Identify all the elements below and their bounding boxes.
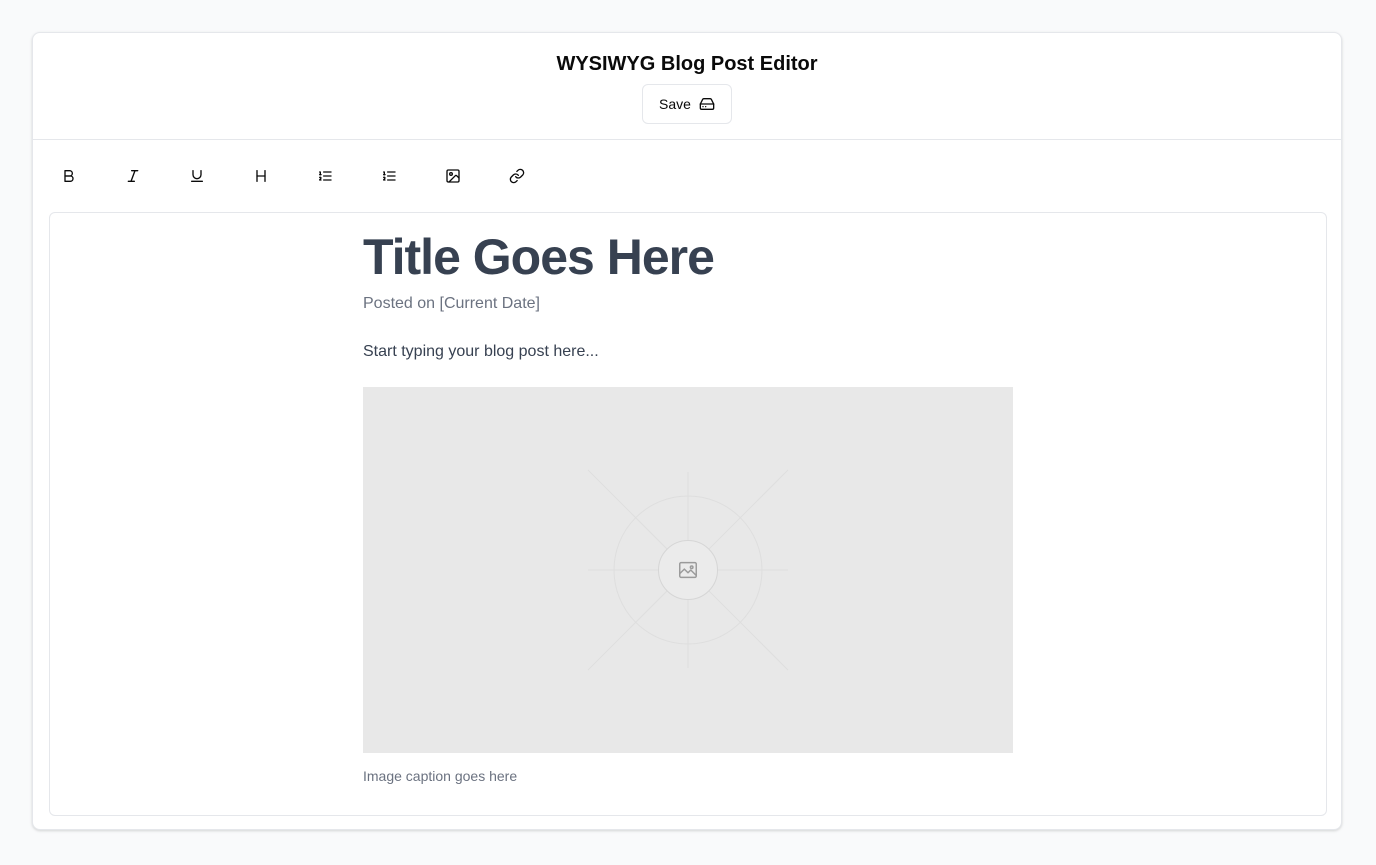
image-icon bbox=[445, 168, 461, 184]
post-body[interactable]: Start typing your blog post here... bbox=[363, 341, 1013, 363]
bold-icon bbox=[61, 168, 77, 184]
heading-button[interactable] bbox=[241, 156, 281, 196]
link-icon bbox=[509, 168, 525, 184]
bullet-list-button[interactable] bbox=[369, 156, 409, 196]
formatting-toolbar bbox=[49, 156, 537, 196]
page-title: WYSIWYG Blog Post Editor bbox=[556, 53, 818, 75]
image-placeholder[interactable] bbox=[363, 387, 1013, 753]
editor-header: WYSIWYG Blog Post Editor Save bbox=[33, 33, 1341, 140]
save-button-label: Save bbox=[659, 96, 691, 112]
post-content: Title Goes Here Posted on [Current Date]… bbox=[363, 229, 1013, 785]
italic-button[interactable] bbox=[113, 156, 153, 196]
editor-content-area[interactable]: Title Goes Here Posted on [Current Date]… bbox=[49, 212, 1327, 816]
image-caption[interactable]: Image caption goes here bbox=[363, 767, 1013, 785]
italic-icon bbox=[125, 168, 141, 184]
list-icon bbox=[381, 168, 397, 184]
post-figure: Image caption goes here bbox=[363, 387, 1013, 785]
underline-icon bbox=[189, 168, 205, 184]
heading-icon bbox=[253, 168, 269, 184]
hard-drive-icon bbox=[699, 96, 715, 112]
save-button[interactable]: Save bbox=[642, 84, 732, 124]
ordered-list-button[interactable] bbox=[305, 156, 345, 196]
post-date: Posted on [Current Date] bbox=[363, 295, 540, 312]
editor-card: WYSIWYG Blog Post Editor Save Title Goes… bbox=[32, 32, 1342, 830]
underline-button[interactable] bbox=[177, 156, 217, 196]
insert-image-button[interactable] bbox=[433, 156, 473, 196]
insert-link-button[interactable] bbox=[497, 156, 537, 196]
bold-button[interactable] bbox=[49, 156, 89, 196]
post-title[interactable]: Title Goes Here bbox=[363, 229, 1013, 285]
image-placeholder-icon bbox=[658, 540, 718, 600]
ordered-list-icon bbox=[317, 168, 333, 184]
